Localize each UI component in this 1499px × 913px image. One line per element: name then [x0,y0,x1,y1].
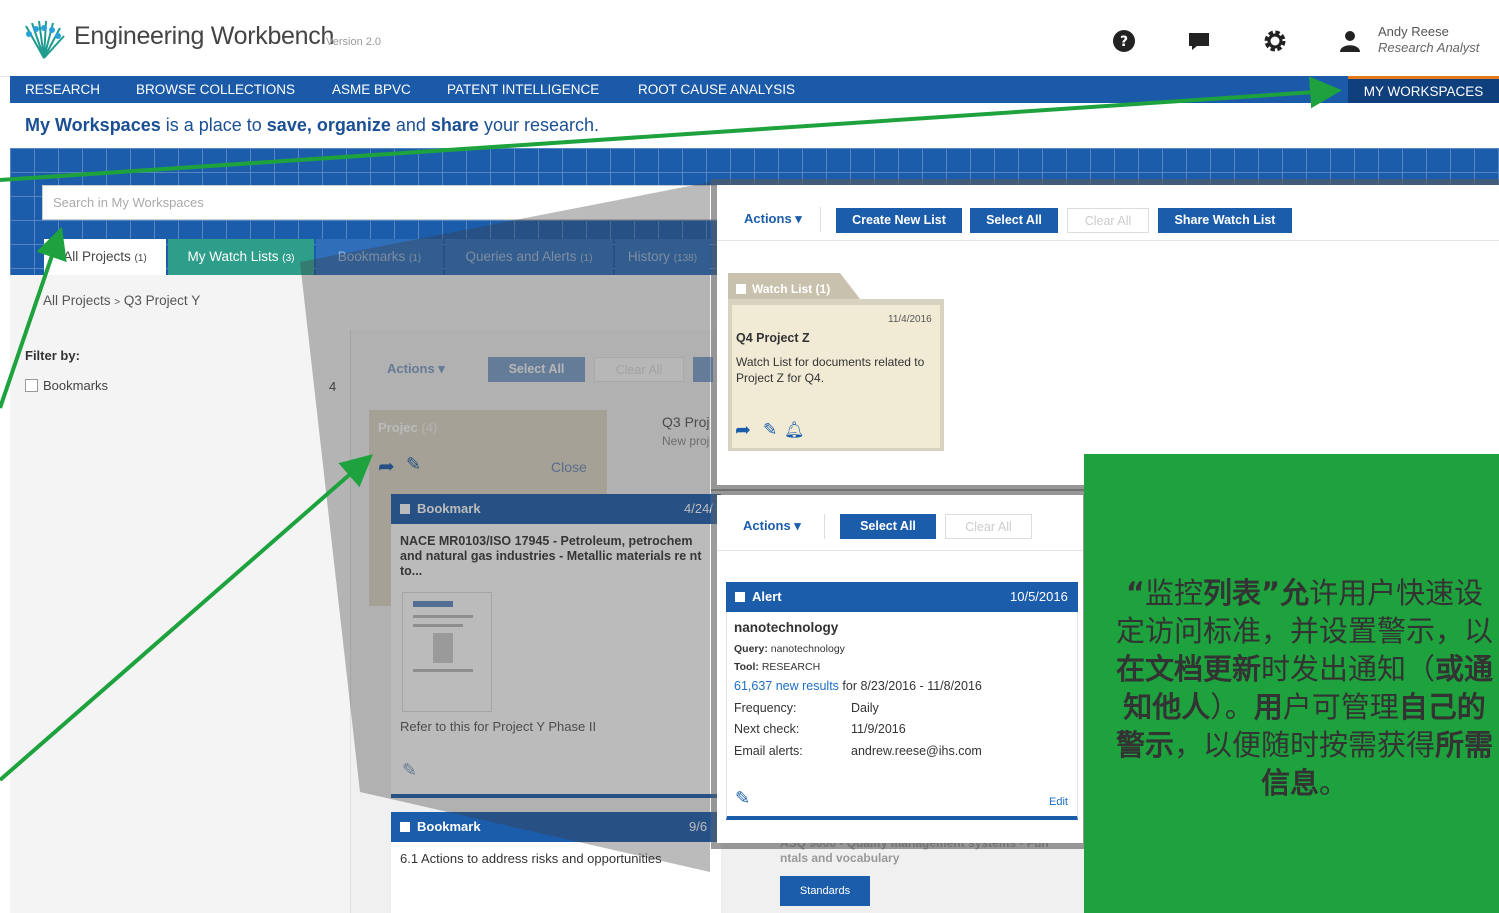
nav-research[interactable]: RESEARCH [25,76,100,103]
nav-browse-collections[interactable]: BROWSE COLLECTIONS [136,76,295,103]
app-title: Engineering Workbench [74,22,335,50]
app-logo [25,20,65,59]
breadcrumb-root[interactable]: All Projects [43,293,111,308]
callout-text: “监控列表”允许用户快速设定访问标准，并设置警示，以在文档更新时发出通知（或通知… [1115,576,1494,800]
user-icon[interactable] [1337,28,1363,54]
nav-my-workspaces[interactable]: MY WORKSPACES [1348,76,1499,103]
pin-icon[interactable]: ✎ [763,420,777,440]
nav-root-cause-analysis[interactable]: ROOT CAUSE ANALYSIS [638,76,795,103]
breadcrumb: All Projects > Q3 Project Y [43,293,201,308]
actions-menu[interactable]: Actions ▾ [743,518,801,534]
standards-badge: Standards [780,876,870,906]
clear-all-button[interactable]: Clear All [945,514,1032,539]
clear-all-button[interactable]: Clear All [1067,208,1149,233]
share-watch-list-button[interactable]: Share Watch List [1158,208,1292,233]
frequency-label: Frequency: [734,701,797,715]
user-name[interactable]: Andy Reese [1378,24,1449,39]
zoom-overlay [300,182,710,872]
divider [717,550,1083,551]
alert-title[interactable]: nanotechnology [734,620,838,635]
nav-asme-bpvc[interactable]: ASME BPVC [332,76,411,103]
create-new-list-button[interactable]: Create New List [836,208,962,233]
watch-list-tab-label[interactable]: Watch List (1) [736,282,830,296]
checkbox-icon[interactable] [735,592,745,602]
gear-icon[interactable] [1262,28,1288,54]
share-icon[interactable]: ➦ [735,419,751,442]
bookmark-title[interactable]: 6.1 Actions to address risks and opportu… [400,851,662,866]
divider [820,207,821,232]
alert-query: Query: nanotechnology [734,643,845,655]
bell-icon[interactable]: 🔔︎ [784,420,804,440]
watch-list-title[interactable]: Q4 Project Z [736,331,810,345]
next-check-value: 11/9/2016 [851,722,906,736]
chat-icon[interactable] [1186,28,1212,54]
checkbox-icon[interactable] [25,379,38,392]
tab-my-watch-lists[interactable]: My Watch Lists (3) [168,239,314,275]
divider [824,514,825,539]
filter-sidebar [10,330,351,913]
frequency-value: Daily [851,701,879,715]
nav-patent-intelligence[interactable]: PATENT INTELLIGENCE [447,76,599,103]
app-version: Version 2.0 [326,36,382,48]
select-all-button[interactable]: Select All [970,208,1058,233]
alert-results: 61,637 new results for 8/23/2016 - 11/8/… [734,679,982,693]
tab-all-projects[interactable]: All Projects (1) [44,239,166,275]
edit-link[interactable]: Edit [1049,796,1068,808]
filter-bookmarks[interactable]: Bookmarks [25,378,108,393]
select-all-button[interactable]: Select All [840,514,936,539]
filter-label: Filter by: [25,348,80,363]
watch-list-date: 11/4/2016 [888,314,932,325]
checkbox-icon[interactable] [400,822,410,832]
actions-menu[interactable]: Actions ▾ [744,211,802,227]
alert-tool: Tool: RESEARCH [734,661,821,673]
email-alerts-value: andrew.reese@ihs.com [851,744,982,758]
alert-card-head: Alert 10/5/2016 [726,582,1078,612]
help-icon[interactable]: ? [1111,28,1137,54]
page-tagline: My Workspaces is a place to save, organi… [25,115,600,135]
divider [717,240,1499,241]
email-alerts-label: Email alerts: [734,744,803,758]
svg-text:?: ? [1120,34,1128,50]
user-role: Research Analyst [1378,40,1480,55]
next-check-label: Next check: [734,722,800,736]
checkbox-icon[interactable] [736,284,746,294]
watch-list-desc: Watch List for documents related to Proj… [736,355,925,385]
pin-icon[interactable]: ✎ [735,788,750,809]
new-results-link[interactable]: 61,637 new results [734,679,839,693]
